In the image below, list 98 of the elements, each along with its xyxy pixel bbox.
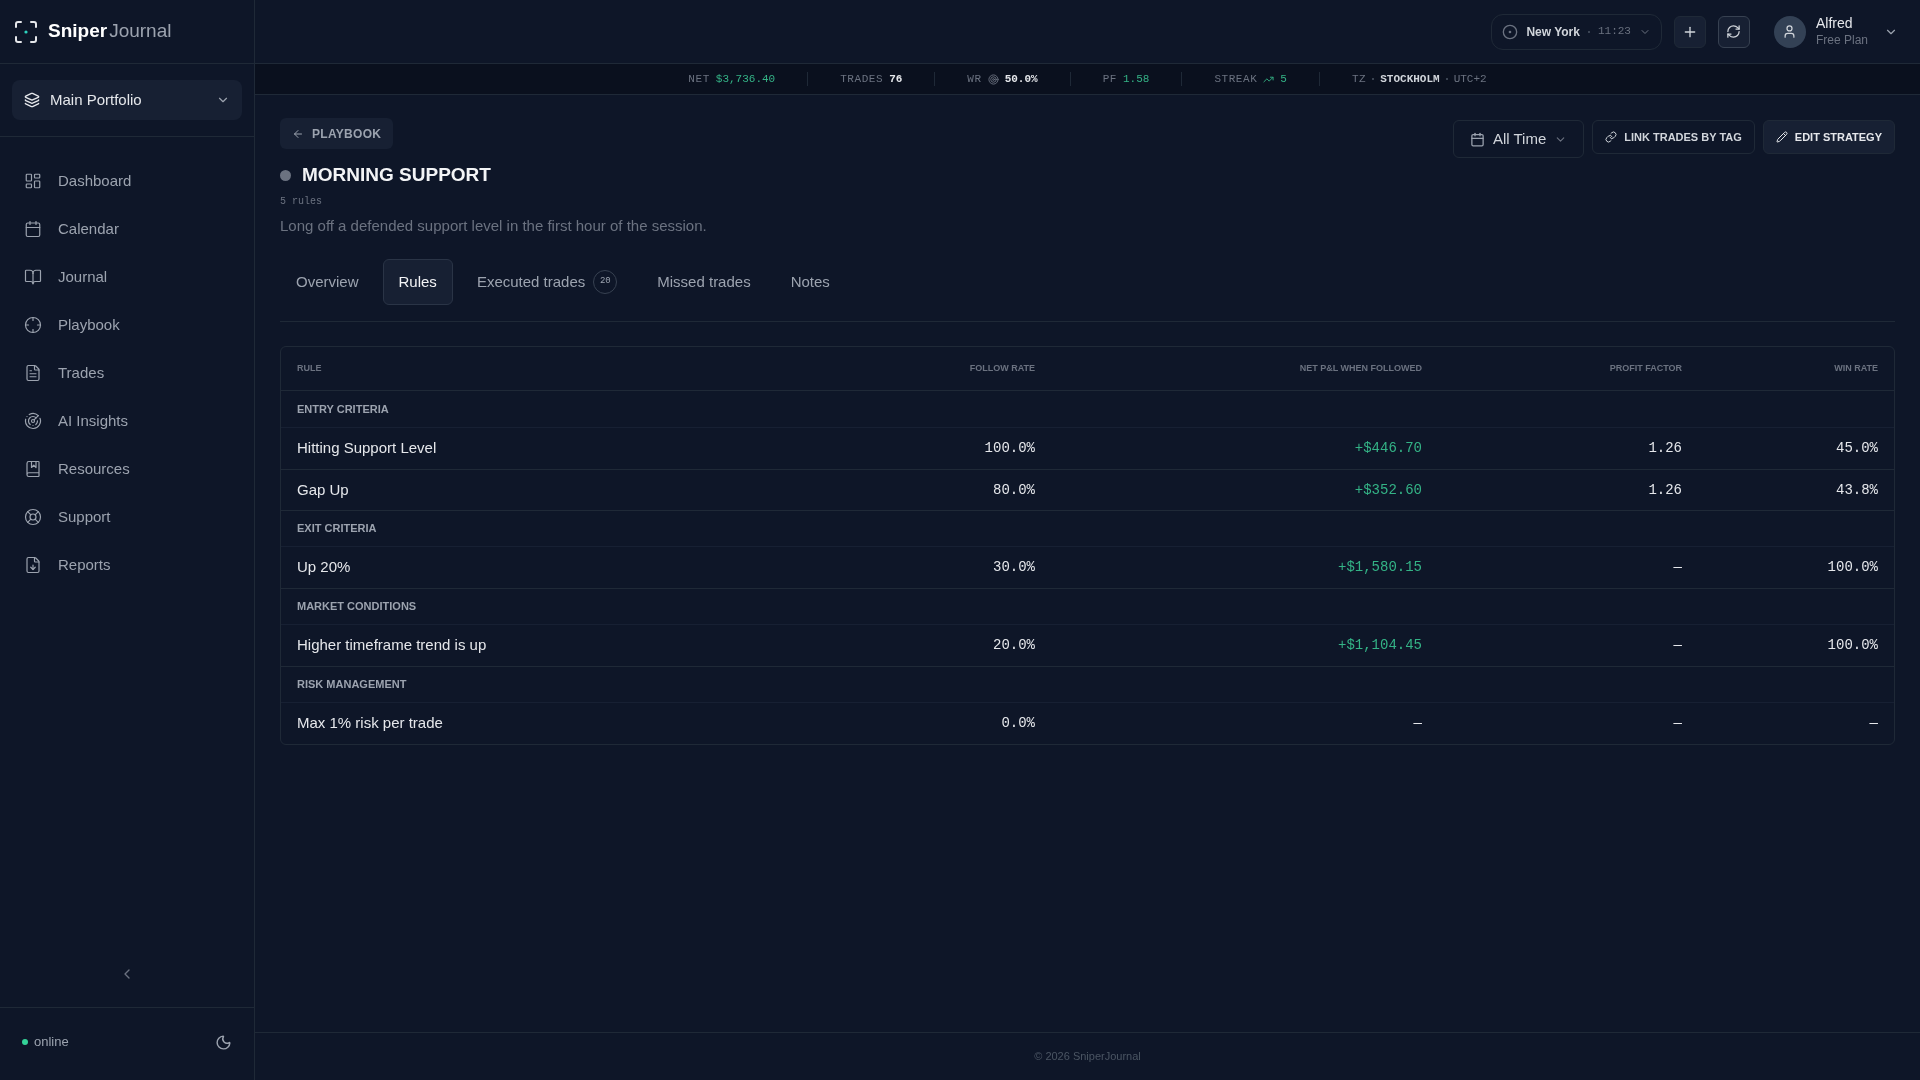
tab[interactable]: Missed trades [641,259,767,305]
rule-name: Max 1% risk per trade [297,713,444,734]
group-heading: RISK MANAGEMENT [297,677,407,693]
group-heading: EXIT CRITERIA [297,521,377,537]
layers-icon [24,92,40,108]
user-plan: Free Plan [1815,32,1868,48]
group-heading: ENTRY CRITERIA [297,401,389,417]
table-cell-text: 100.0% [1826,558,1878,577]
status-label: online [34,1033,69,1052]
edit-strategy-button[interactable]: EDIT STRATEGY [1762,120,1895,154]
nav-item[interactable]: Calendar [24,205,230,253]
strategy-title: MORNING SUPPORT [302,163,491,187]
nav-item[interactable]: Journal [24,253,230,301]
column-header: FOLLOW RATE [968,361,1035,375]
nav-item[interactable]: Reports [24,541,230,589]
document-icon [24,364,42,382]
stat-value: STOCKHOLM [1380,71,1440,87]
table-cell-text: 30.0% [992,558,1035,577]
table-cell-text: — [1868,714,1878,733]
back-button[interactable]: PLAYBOOK [280,118,394,149]
stat-extra: UTC+2 [1453,71,1487,87]
moon-icon[interactable] [215,1033,232,1051]
arrow-left-icon [292,127,304,140]
nav-item[interactable]: Dashboard [24,157,230,205]
stat-value: $3,736.40 [715,71,776,87]
rule-name: Up 20% [297,557,352,578]
nav-item[interactable]: AI Insights [24,397,230,445]
stat-label: PF [1102,71,1117,87]
dashboard-grid-icon [24,172,42,190]
refresh-button[interactable] [1717,15,1750,48]
refresh-icon [1726,24,1742,39]
stat-value: 76 [889,71,903,87]
table-cell-text: +$1,104.45 [1337,636,1422,655]
link-trades-button[interactable]: LINK TRADES BY TAG [1592,120,1755,154]
stat-label: NET [688,71,710,87]
radar-icon [24,412,42,430]
stat-label: WR [967,71,982,87]
table-cell-text: +$446.70 [1353,439,1422,458]
nav-item[interactable]: Resources [24,445,230,493]
nav-item[interactable]: Playbook [24,301,230,349]
column-header: WIN RATE [1833,361,1878,375]
pencil-icon [1775,131,1788,143]
target-icon [987,73,999,85]
rules-count: 5 rules [280,194,323,209]
table-cell-text: 45.0% [1835,439,1878,458]
stat-label: STREAK [1214,71,1258,87]
calendar-icon [24,220,42,238]
brand-name: SniperJournal [48,19,172,44]
date-range-selector[interactable]: All Time [1452,120,1585,158]
stat-value: 1.58 [1123,71,1150,87]
rule-name: Gap Up [297,479,350,500]
circle-dot-icon [1502,23,1519,40]
crosshair-icon [24,316,42,334]
table-cell-text: — [1672,558,1682,577]
bookmarked-book-icon [24,460,42,478]
link-icon [1605,131,1618,143]
stat-value: 5 [1280,71,1287,87]
avatar[interactable] [1773,15,1806,48]
table-cell-text: +$1,580.15 [1337,558,1422,577]
table-cell-text: 100.0% [1826,636,1878,655]
table-cell-text: +$352.60 [1353,480,1422,500]
table-cell-text: — [1672,714,1682,733]
table-cell-text: — [1412,714,1422,733]
group-heading: MARKET CONDITIONS [297,599,417,615]
strategy-description: Long off a defended support level in the first hour of the session. [280,215,707,236]
portfolio-selector[interactable]: Main Portfolio [12,80,242,120]
add-button[interactable] [1673,15,1706,48]
user-icon [1782,24,1798,39]
open-book-icon [24,268,42,286]
tab[interactable]: Rules [382,259,453,305]
table-cell-text: 43.8% [1835,480,1878,500]
tab[interactable]: Notes [774,259,846,305]
table-cell-text: — [1672,636,1682,655]
column-header: RULE [297,361,323,375]
nav-item[interactable]: Support [24,493,230,541]
lifebuoy-icon [24,508,42,526]
location-selector[interactable]: New York 11:23 [1491,13,1662,50]
table-cell-text: 80.0% [992,480,1035,500]
table-cell-text: 20.0% [992,636,1035,655]
table-cell-text: 100.0% [983,439,1035,458]
table-cell-text: 0.0% [1000,714,1035,733]
nav-item[interactable]: Trades [24,349,230,397]
rule-name: Hitting Support Level [297,438,438,459]
tab[interactable]: Executed trades 20 [460,259,634,305]
footer-copyright: © 2026 SniperJournal [1034,1049,1141,1065]
logo-icon [14,19,38,44]
calendar-icon [1469,131,1485,147]
stat-label: TRADES [840,71,884,87]
table-cell-text: 1.26 [1647,480,1682,500]
rule-name: Higher timeframe trend is up [297,635,488,656]
column-header: NET P&L WHEN FOLLOWED [1298,361,1422,375]
tab[interactable]: Overview [280,259,375,305]
table-cell-text: 1.26 [1647,439,1682,458]
file-download-icon [24,556,42,574]
stat-label: TZ [1351,71,1367,87]
user-name: Alfred [1815,15,1854,33]
column-header: PROFIT FACTOR [1608,361,1682,375]
stat-value: 50.0% [1004,71,1038,87]
